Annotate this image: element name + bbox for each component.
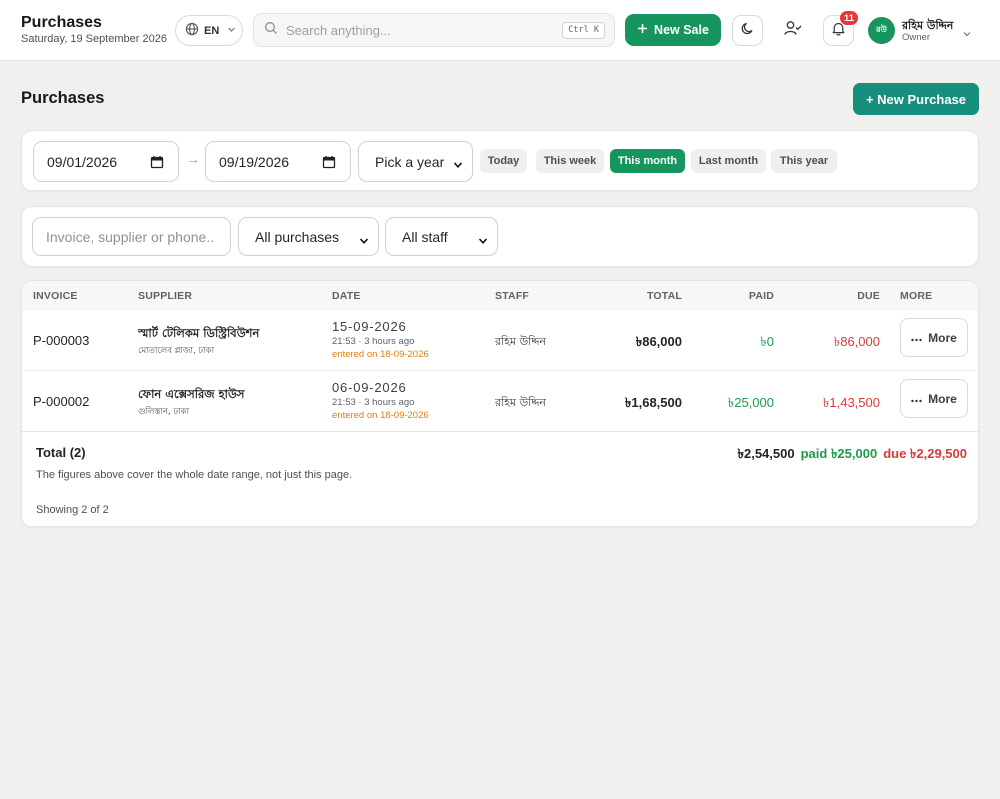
purchase-type-select[interactable]: All purchases bbox=[238, 217, 379, 256]
purchase-time: 21:53 · 3 hours ago bbox=[332, 397, 415, 408]
chip-this-year[interactable]: This year bbox=[771, 149, 837, 173]
search-filter-card: All purchases All staff bbox=[21, 206, 979, 267]
avatar[interactable]: রউ bbox=[868, 17, 895, 44]
row-total: ৳1,68,500 bbox=[624, 395, 682, 410]
chip-this-week[interactable]: This week bbox=[536, 149, 604, 173]
column-header-due: DUE bbox=[857, 290, 880, 302]
staff-name: রহিম উদ্দিন bbox=[495, 335, 547, 348]
new-purchase-button[interactable]: + New Purchase bbox=[853, 83, 979, 115]
language-switcher[interactable]: EN bbox=[175, 15, 243, 46]
chevron-down-icon bbox=[453, 157, 463, 173]
invoice-number[interactable]: P-000003 bbox=[33, 333, 89, 348]
plus-icon bbox=[637, 23, 648, 37]
more-label: More bbox=[928, 330, 957, 345]
purchase-search-input[interactable] bbox=[32, 217, 231, 256]
user-check-button[interactable] bbox=[777, 15, 808, 46]
column-header-date: DATE bbox=[332, 290, 361, 302]
chevron-down-icon bbox=[359, 233, 369, 249]
search-input[interactable] bbox=[286, 22, 556, 38]
staff-select[interactable]: All staff bbox=[385, 217, 498, 256]
chip-today[interactable]: Today bbox=[480, 149, 527, 173]
new-sale-button[interactable]: New Sale bbox=[625, 14, 721, 46]
supplier-address: মোতালেব প্লাজা, ঢাকা bbox=[138, 346, 215, 356]
table-row[interactable]: P-000002 ফোন এক্সেসরিজ হাউস গুলিস্তান, ঢ… bbox=[22, 370, 978, 431]
calendar-icon[interactable] bbox=[150, 155, 164, 172]
row-paid: ৳25,000 bbox=[727, 395, 774, 410]
column-header-paid: PAID bbox=[748, 290, 774, 302]
date-from-value: 09/01/2026 bbox=[47, 153, 118, 170]
row-due: ৳86,000 bbox=[833, 334, 880, 349]
more-label: More bbox=[928, 391, 957, 406]
total-label: Total (2) bbox=[36, 445, 86, 460]
column-header-invoice: INVOICE bbox=[33, 290, 78, 302]
purchase-type-value: All purchases bbox=[255, 228, 340, 245]
staff-name: রহিম উদ্দিন bbox=[495, 396, 547, 409]
top-bar: Purchases Saturday, 19 September 2026 EN… bbox=[0, 0, 1000, 61]
table-row[interactable]: P-000003 স্মার্ট টেলিকম ডিস্ট্রিবিউশন মো… bbox=[22, 309, 978, 370]
header-date: Saturday, 19 September 2026 bbox=[21, 33, 167, 45]
date-from-input[interactable]: 09/01/2026 bbox=[33, 141, 179, 182]
total-paid: paid ৳25,000 bbox=[800, 446, 878, 461]
search-icon bbox=[264, 21, 278, 40]
table-header: INVOICE SUPPLIER DATE STAFF TOTAL PAID D… bbox=[22, 281, 978, 309]
column-header-staff: STAFF bbox=[495, 290, 530, 302]
row-more-button[interactable]: More bbox=[900, 379, 968, 418]
invoice-number[interactable]: P-000002 bbox=[33, 394, 89, 409]
year-select[interactable]: Pick a year bbox=[358, 141, 473, 182]
date-to-input[interactable]: 09/19/2026 bbox=[205, 141, 351, 182]
staff-select-value: All staff bbox=[402, 228, 448, 245]
total-summary: ৳2,54,500 paid ৳25,000 due ৳2,29,500 bbox=[738, 445, 967, 466]
entered-date: entered on 18-09-2026 bbox=[332, 349, 429, 360]
pagination-status: Showing 2 of 2 bbox=[36, 504, 109, 516]
range-arrow: → bbox=[186, 151, 200, 167]
chevron-down-icon bbox=[227, 25, 236, 37]
totals-note: The figures above cover the whole date r… bbox=[36, 469, 353, 481]
purchase-date: 06-09-2026 bbox=[332, 380, 407, 395]
header-title: Purchases bbox=[21, 14, 102, 31]
date-filter-card: 09/01/2026 → 09/19/2026 Pick a year Toda… bbox=[21, 130, 979, 191]
entered-date: entered on 18-09-2026 bbox=[332, 410, 429, 421]
column-header-supplier: SUPPLIER bbox=[138, 290, 193, 302]
more-dots-icon bbox=[911, 392, 922, 406]
row-due: ৳1,43,500 bbox=[822, 395, 880, 410]
theme-toggle-button[interactable] bbox=[732, 15, 763, 46]
column-header-more: MORE bbox=[900, 290, 933, 302]
globe-icon bbox=[185, 22, 199, 39]
column-header-total: TOTAL bbox=[646, 290, 682, 302]
new-sale-label: New Sale bbox=[654, 23, 709, 37]
page-title: Purchases bbox=[21, 89, 105, 107]
date-to-value: 09/19/2026 bbox=[219, 153, 290, 170]
chevron-down-icon[interactable] bbox=[962, 26, 972, 44]
global-search[interactable]: Ctrl K bbox=[253, 13, 615, 47]
supplier-name[interactable]: স্মার্ট টেলিকম ডিস্ট্রিবিউশন bbox=[138, 325, 259, 344]
chevron-down-icon bbox=[478, 233, 488, 249]
notification-count-badge: 11 bbox=[839, 10, 860, 26]
search-shortcut: Ctrl K bbox=[562, 22, 605, 39]
language-label: EN bbox=[204, 24, 220, 37]
total-due: due ৳2,29,500 bbox=[883, 446, 967, 461]
purchase-date: 15-09-2026 bbox=[332, 319, 407, 334]
purchase-time: 21:53 · 3 hours ago bbox=[332, 336, 415, 347]
grand-total: ৳2,54,500 bbox=[737, 446, 795, 461]
table-footer: Total (2) ৳2,54,500 paid ৳25,000 due ৳2,… bbox=[22, 431, 978, 526]
row-more-button[interactable]: More bbox=[900, 318, 968, 357]
row-paid: ৳0 bbox=[760, 334, 774, 349]
purchases-table: INVOICE SUPPLIER DATE STAFF TOTAL PAID D… bbox=[21, 280, 979, 527]
user-check-icon bbox=[783, 20, 802, 41]
moon-icon bbox=[740, 21, 755, 41]
year-select-value: Pick a year bbox=[375, 153, 445, 170]
more-dots-icon bbox=[911, 331, 922, 345]
row-total: ৳86,000 bbox=[635, 334, 682, 349]
chip-this-month[interactable]: This month bbox=[610, 149, 685, 173]
calendar-icon[interactable] bbox=[322, 155, 336, 172]
supplier-name[interactable]: ফোন এক্সেসরিজ হাউস bbox=[138, 386, 245, 405]
chip-last-month[interactable]: Last month bbox=[691, 149, 766, 173]
supplier-address: গুলিস্তান, ঢাকা bbox=[138, 407, 190, 417]
user-role: Owner bbox=[902, 32, 930, 43]
